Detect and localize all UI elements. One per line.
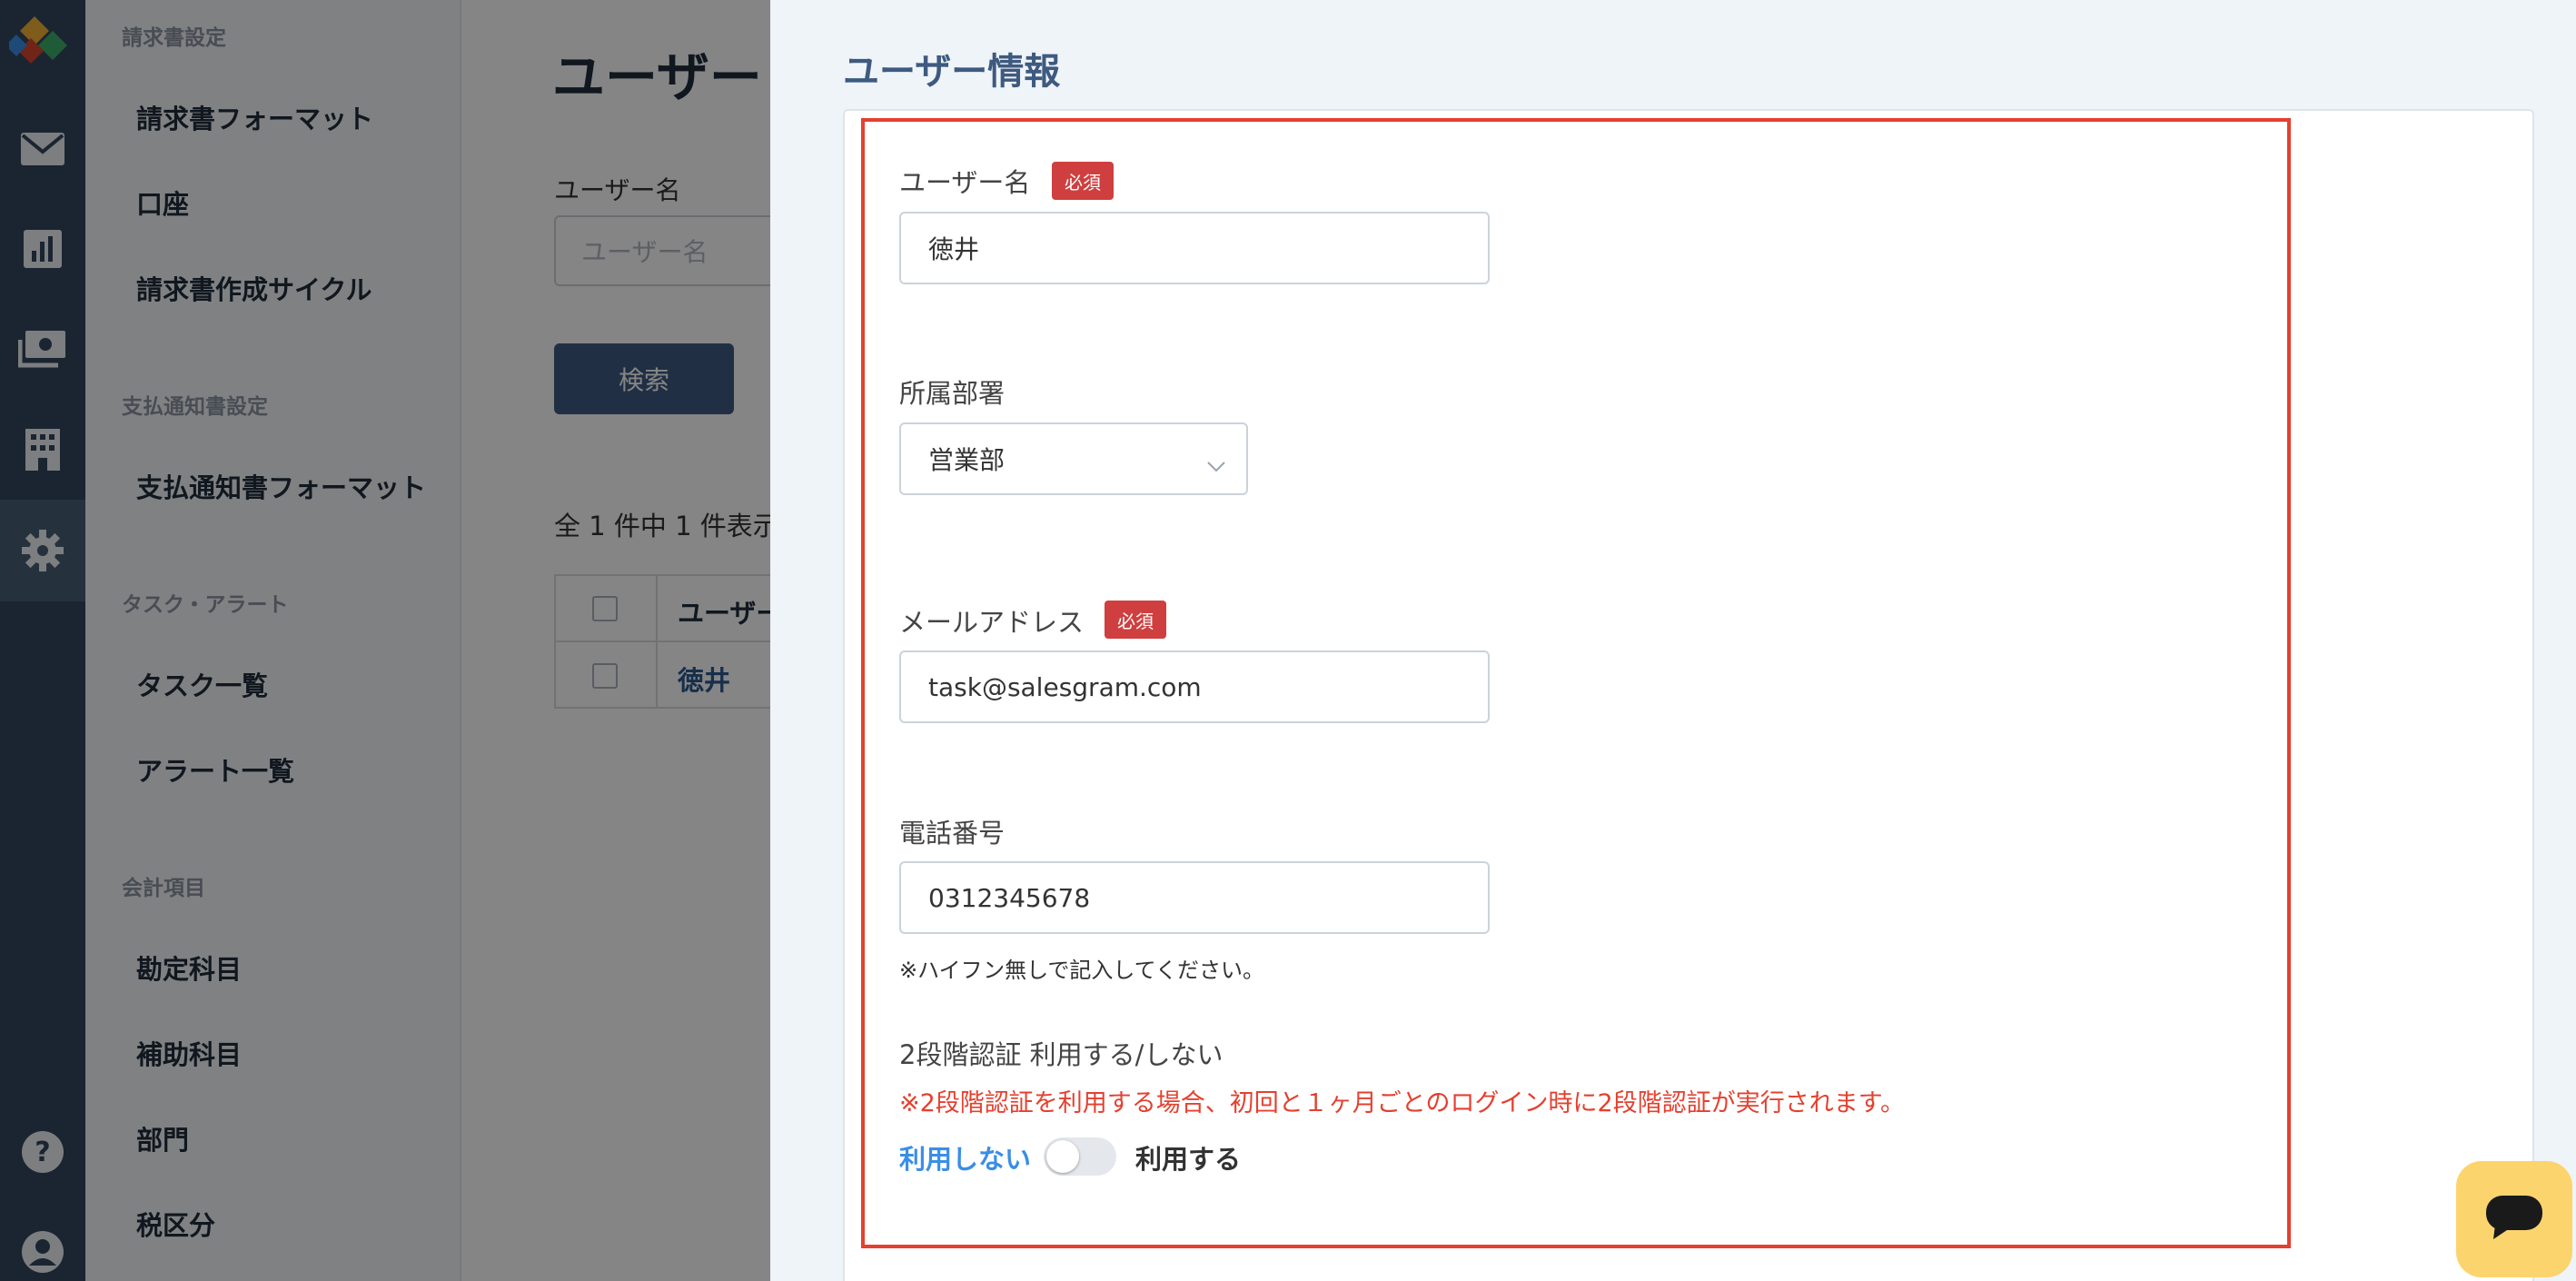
department-label: 所属部署 (899, 378, 1006, 409)
required-badge: 必須 (1052, 162, 1114, 200)
drawer-title: ユーザー情報 (843, 51, 1061, 93)
department-value: 営業部 (928, 445, 1006, 475)
email-label: メールアドレス (899, 607, 1085, 638)
username-label: ユーザー名 (899, 167, 1031, 198)
toggle-knob (1046, 1140, 1079, 1173)
modal-backdrop[interactable] (0, 0, 770, 1281)
chat-button[interactable] (2456, 1161, 2572, 1277)
two-factor-on-label[interactable]: 利用する (1135, 1138, 1241, 1177)
phone-label: 電話番号 (899, 818, 1006, 849)
department-select[interactable]: 営業部 (899, 422, 1248, 495)
chevron-down-icon (1206, 450, 1226, 480)
two-factor-off-label[interactable]: 利用しない (899, 1138, 1031, 1177)
two-factor-warning: ※2段階認証を利用する場合、初回と１ヶ月ごとのログイン時に2段階認証が実行されま… (899, 1089, 1906, 1117)
email-input[interactable] (899, 650, 1490, 723)
chat-icon (2484, 1194, 2544, 1245)
user-info-drawer: ユーザー情報 ユーザー名 必須 所属部署 営業部 メールアドレス 必須 電話番号… (770, 0, 2576, 1281)
required-badge: 必須 (1105, 601, 1166, 639)
two-factor-label: 2段階認証 利用する/しない (899, 1039, 1224, 1070)
two-factor-toggle[interactable] (1044, 1137, 1116, 1176)
phone-input[interactable] (899, 861, 1490, 934)
username-input[interactable] (899, 212, 1490, 284)
phone-note: ※ハイフン無しで記入してください。 (899, 958, 1264, 983)
